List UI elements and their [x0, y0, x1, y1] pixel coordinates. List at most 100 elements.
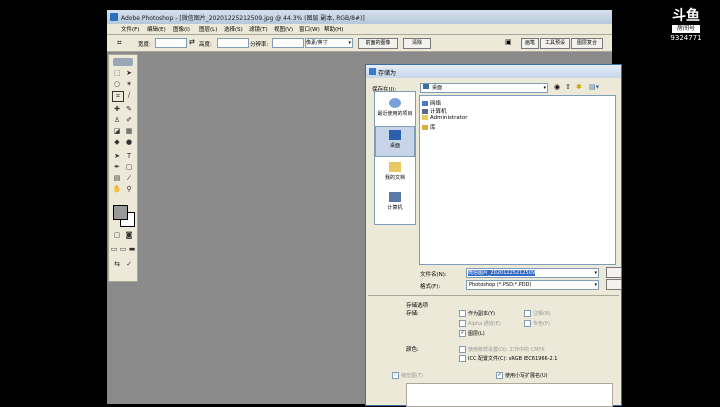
dialog-title-bar: 存储为 [366, 65, 621, 78]
screen-mode-2-icon[interactable]: ▭ [119, 245, 127, 254]
eyedropper-icon[interactable]: ⁄ [124, 174, 134, 183]
filename-value: 微信图片_20201225212509 [468, 270, 536, 276]
menu-file[interactable]: 文件(F) [121, 25, 139, 33]
zoom-tool-icon[interactable]: ⚲ [124, 185, 134, 194]
dodge-tool-icon[interactable]: ● [124, 138, 134, 147]
menu-help[interactable]: 帮助(H) [324, 25, 343, 33]
menu-layer[interactable]: 图层(L) [199, 25, 217, 33]
screen-mode-1-icon[interactable]: ▭ [110, 245, 118, 254]
blur-tool-icon[interactable]: ◆ [112, 138, 122, 147]
history-brush-icon[interactable]: ✐ [124, 116, 134, 125]
lowercase-ext-checkbox[interactable]: ✓ 使用小写扩展名(U) [496, 372, 548, 379]
menu-image[interactable]: 图像(I) [173, 25, 190, 33]
format-value: Photoshop (*.PSD;*.PDD) [469, 282, 532, 288]
room-label: 房间号 [672, 25, 700, 33]
place-desktop-label: 桌面 [389, 143, 400, 149]
layers-checkbox[interactable]: ✓ 图层(L) [459, 330, 485, 337]
file-list[interactable]: 网络 计算机 Administrator 库 [419, 95, 616, 265]
menu-filter[interactable]: 滤镜(T) [249, 25, 268, 33]
title-bar: Adobe Photoshop - [微信图片_20201225212509.j… [107, 10, 612, 24]
chevron-down-icon: ▾ [543, 85, 546, 91]
brush-tool-icon[interactable]: ✎ [124, 105, 134, 114]
screen-mode-3-icon[interactable]: ▬ [128, 245, 136, 254]
douyu-logo: 斗鱼 房间号 9324771 [666, 8, 706, 54]
new-folder-icon[interactable]: ✱ [576, 83, 582, 91]
front-image-button[interactable]: 前面的图像 [358, 38, 398, 49]
cancel-button[interactable] [606, 279, 622, 290]
menu-select[interactable]: 选择(S) [224, 25, 243, 33]
computer-icon [389, 192, 401, 202]
format-label: 格式(F): [420, 284, 441, 290]
healing-brush-icon[interactable]: ✚ [112, 105, 122, 114]
width-input[interactable] [155, 38, 187, 48]
resolution-input[interactable] [272, 38, 304, 48]
icc-profile-checkbox[interactable]: ICC 配置文件(C): sRGB IEC61966-2.1 [459, 355, 557, 362]
unit-select[interactable]: 像素/英寸 ▾ [305, 38, 353, 48]
tab-brushes[interactable]: 画笔 [521, 38, 539, 49]
thumbnail-label: 缩览图(T) [401, 373, 423, 379]
place-desktop[interactable]: 桌面 [375, 126, 415, 157]
view-menu-icon[interactable]: ▤▾ [589, 83, 599, 91]
hand-tool-icon[interactable]: ✋ [112, 185, 122, 194]
format-select[interactable]: Photoshop (*.PSD;*.PDD) ▾ [466, 280, 599, 290]
path-select-icon[interactable]: ➤ [112, 152, 122, 161]
place-computer[interactable]: 计算机 [375, 192, 415, 211]
menu-window[interactable]: 窗口(W) [299, 25, 320, 33]
filename-input[interactable]: 微信图片_20201225212509 ▾ [466, 268, 599, 278]
standard-mode-icon[interactable]: ▢ [112, 231, 122, 240]
menu-view[interactable]: 视图(V) [274, 25, 293, 33]
pen-tool-icon[interactable]: ✒ [112, 163, 122, 172]
move-tool-icon[interactable]: ➤ [124, 69, 134, 78]
alpha-channels-checkbox[interactable]: Alpha 通道(E) [459, 320, 501, 327]
list-item[interactable]: 网络 [422, 99, 441, 107]
up-folder-icon[interactable]: ⇧ [565, 83, 571, 91]
notes-checkbox[interactable]: 注释(N) [524, 310, 551, 317]
imageready-icon[interactable]: ⇆ [112, 260, 122, 269]
save-in-select[interactable]: 桌面 ▾ [420, 83, 548, 93]
crop-tool-icon[interactable]: ⌗ [112, 91, 124, 102]
magic-wand-icon[interactable]: ✶ [124, 80, 134, 89]
library-icon [422, 125, 428, 130]
list-item[interactable]: 库 [422, 123, 436, 131]
spot-colors-checkbox[interactable]: 专色(P) [524, 320, 550, 327]
as-copy-checkbox[interactable]: 作为副本(Y) [459, 310, 495, 317]
filename-label: 文件名(N): [420, 272, 447, 278]
place-recent[interactable]: 最近使用的项目 [375, 98, 415, 117]
lasso-tool-icon[interactable]: ○ [112, 80, 122, 89]
list-item[interactable]: 计算机 [422, 107, 447, 115]
clear-button[interactable]: 清除 [403, 38, 431, 49]
gradient-tool-icon[interactable]: ▦ [124, 127, 134, 136]
list-item-label: Administrator [430, 115, 468, 121]
checkbox-box [459, 310, 466, 317]
type-tool-icon[interactable]: T [124, 152, 134, 161]
slice-tool-icon[interactable]: ∕ [124, 91, 134, 100]
swap-icon[interactable]: ⇄ [189, 38, 195, 46]
quickmask-mode-icon[interactable]: ◙ [124, 231, 134, 240]
computer-icon [422, 109, 428, 114]
notes-tool-icon[interactable]: ▤ [112, 174, 122, 183]
place-documents-label: 我的文档 [384, 175, 405, 181]
use-proof-setup-checkbox[interactable]: 使用校样设置(O): 工作中的 CMYK [459, 346, 545, 353]
shape-tool-icon[interactable]: ▢ [124, 163, 134, 172]
save-button[interactable] [606, 267, 622, 278]
tab-tool-presets[interactable]: 工具预设 [540, 38, 570, 49]
crop-tool-icon[interactable]: ⌗ [117, 38, 122, 48]
stamp-tool-icon[interactable]: ♙ [112, 116, 122, 125]
eraser-tool-icon[interactable]: ◪ [112, 127, 122, 136]
checkmark-icon[interactable]: ✓ [124, 260, 134, 269]
foreground-color-swatch[interactable] [113, 205, 128, 220]
network-icon [422, 101, 428, 106]
checkbox-box [459, 355, 466, 362]
back-icon[interactable]: ◉ [554, 83, 560, 91]
menu-edit[interactable]: 编辑(E) [147, 25, 166, 33]
height-input[interactable] [217, 38, 249, 48]
list-item[interactable]: Administrator [422, 115, 468, 121]
places-bar: 最近使用的项目 桌面 我的文档 计算机 [374, 91, 416, 225]
palette-icon[interactable]: ▣ [505, 38, 512, 46]
thumbnail-checkbox[interactable]: ✓ 缩览图(T) [392, 372, 423, 379]
marquee-tool-icon[interactable]: ⬚ [112, 69, 122, 78]
tab-layer-comps[interactable]: 图层复合 [571, 38, 603, 49]
checkmark-icon: ✓ [392, 372, 399, 379]
divider [368, 295, 619, 296]
place-documents[interactable]: 我的文档 [375, 162, 415, 181]
